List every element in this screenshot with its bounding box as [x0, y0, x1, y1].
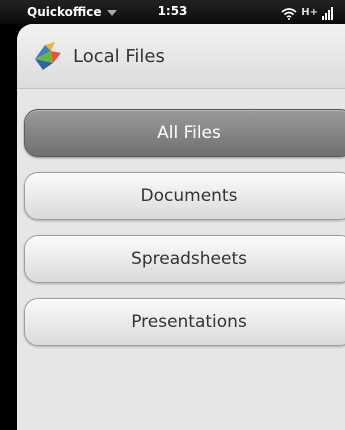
chevron-down-icon: [106, 10, 117, 16]
network-type: H+: [301, 7, 318, 18]
signal-icon: [322, 6, 333, 20]
app-menu[interactable]: Quickoffice: [27, 4, 117, 20]
status-bar: Quickoffice 1:53 H+: [0, 0, 345, 24]
documents-button[interactable]: Documents: [24, 172, 345, 220]
page-title: Local Files: [73, 45, 165, 67]
file-type-menu: All Files Documents Spreadsheets Present…: [24, 109, 345, 361]
app-screen: Local Files All Files Documents Spreadsh…: [17, 24, 345, 430]
all-files-label: All Files: [157, 123, 221, 143]
header: Local Files: [17, 24, 345, 89]
device-frame: Quickoffice 1:53 H+ Local Files All File…: [0, 0, 345, 430]
spreadsheets-label: Spreadsheets: [131, 249, 247, 269]
status-icons: H+: [281, 4, 333, 20]
spreadsheets-button[interactable]: Spreadsheets: [24, 235, 345, 283]
quickoffice-logo-icon: [35, 42, 61, 70]
presentations-button[interactable]: Presentations: [24, 298, 345, 346]
wifi-icon: [281, 8, 297, 20]
all-files-button[interactable]: All Files: [24, 109, 345, 157]
documents-label: Documents: [140, 186, 238, 206]
presentations-label: Presentations: [131, 312, 247, 332]
app-name: Quickoffice: [27, 5, 102, 19]
